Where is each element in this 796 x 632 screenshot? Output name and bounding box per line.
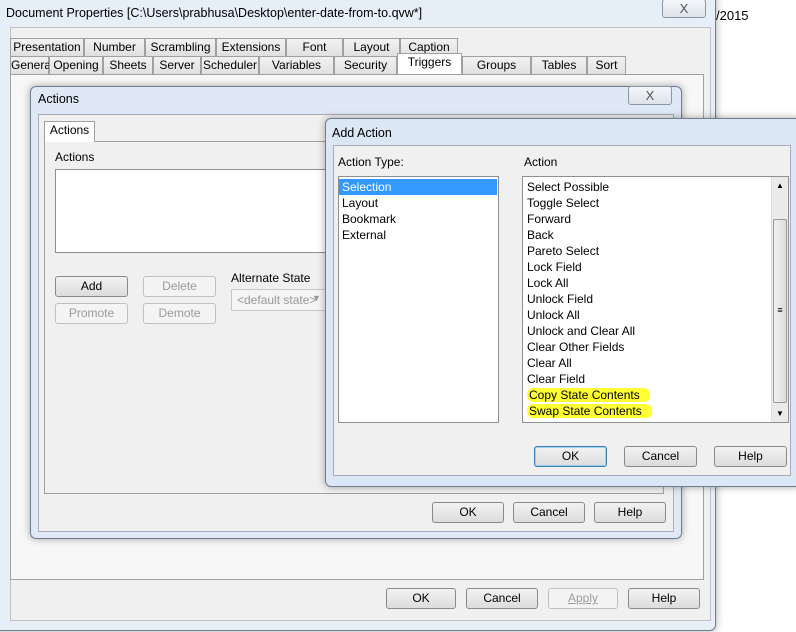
action-item[interactable]: Clear Field — [524, 371, 788, 387]
tab-variables[interactable]: Variables — [259, 56, 334, 74]
tab-security[interactable]: Security — [334, 56, 397, 74]
action-item-label: Clear Other Fields — [527, 340, 625, 354]
action-item[interactable]: Back — [524, 227, 788, 243]
actions-title: Actions — [38, 92, 79, 106]
actions-list-label: Actions — [55, 150, 95, 164]
scroll-down-icon[interactable]: ▼ — [772, 405, 788, 422]
action-item-label: Clear Field — [527, 372, 586, 386]
tab-presentation[interactable]: Presentation — [10, 38, 84, 56]
promote-button[interactable]: Promote — [55, 303, 128, 324]
window-title: Document Properties [C:\Users\prabhusa\D… — [6, 6, 423, 20]
action-type-item[interactable]: Selection — [339, 179, 497, 195]
action-item[interactable]: Copy State Contents — [524, 387, 788, 403]
action-item[interactable]: Lock Field — [524, 259, 788, 275]
action-item[interactable]: Clear Other Fields — [524, 339, 788, 355]
demote-button[interactable]: Demote — [143, 303, 216, 324]
tab-sort[interactable]: Sort — [587, 56, 626, 74]
action-type-item[interactable]: Bookmark — [339, 211, 497, 227]
action-item-label: Lock Field — [527, 260, 582, 274]
add-button[interactable]: Add — [55, 276, 128, 297]
background-text: /2015 — [716, 8, 749, 23]
scrollbar-thumb[interactable]: ≡ — [773, 219, 787, 403]
action-item-label: Toggle Select — [527, 196, 600, 210]
actions-close-button[interactable]: X — [628, 86, 672, 105]
tab-number[interactable]: Number — [84, 38, 145, 56]
chevron-down-icon: ▼ — [312, 293, 321, 303]
action-item-label: Pareto Select — [527, 244, 600, 258]
add-action-ok-button[interactable]: OK — [534, 446, 607, 467]
action-item[interactable]: Unlock All — [524, 307, 788, 323]
tab-font[interactable]: Font — [286, 38, 343, 56]
actions-ok-button[interactable]: OK — [432, 502, 504, 523]
action-item-label: Lock All — [527, 276, 569, 290]
help-button[interactable]: Help — [628, 588, 700, 609]
add-action-help-button[interactable]: Help — [714, 446, 787, 467]
tab-general[interactable]: General — [10, 56, 54, 74]
action-item-label: Forward — [527, 212, 572, 226]
tab-extensions[interactable]: Extensions — [216, 38, 286, 56]
action-item-label: Select Possible — [527, 180, 610, 194]
alternate-state-value: <default state> — [237, 293, 317, 307]
add-action-title: Add Action — [332, 126, 392, 140]
add-action-cancel-button[interactable]: Cancel — [624, 446, 697, 467]
alternate-state-label: Alternate State — [231, 271, 311, 285]
actions-list[interactable] — [55, 169, 345, 253]
actions-cancel-button[interactable]: Cancel — [513, 502, 585, 523]
apply-button[interactable]: Apply — [548, 588, 618, 609]
tab-server[interactable]: Server — [153, 56, 201, 74]
action-item[interactable]: Lock All — [524, 275, 788, 291]
tab-opening[interactable]: Opening — [49, 56, 103, 74]
action-item-label: Unlock All — [527, 308, 580, 322]
action-item[interactable]: Select Possible — [524, 179, 788, 195]
ok-button[interactable]: OK — [386, 588, 456, 609]
tab-triggers[interactable]: Triggers — [397, 53, 462, 74]
action-item-label: Copy State Contents — [527, 388, 650, 402]
delete-button[interactable]: Delete — [143, 276, 216, 297]
action-type-item[interactable]: External — [339, 227, 497, 243]
tab-actions[interactable]: Actions — [44, 121, 95, 142]
action-item-label: Unlock Field — [527, 292, 594, 306]
tab-tables[interactable]: Tables — [531, 56, 587, 74]
action-list-scrollbar[interactable]: ▲ ≡ ▼ — [771, 177, 788, 422]
action-item[interactable]: Pareto Select — [524, 243, 788, 259]
tab-groups[interactable]: Groups — [462, 56, 531, 74]
close-button[interactable]: X — [662, 0, 706, 18]
tab-scrambling[interactable]: Scrambling — [145, 38, 216, 56]
action-type-label: Action Type: — [338, 155, 404, 169]
action-item-label: Swap State Contents — [527, 404, 652, 418]
action-item[interactable]: Unlock Field — [524, 291, 788, 307]
action-list[interactable]: Select Possible Toggle Select Forward Back P… — [522, 176, 789, 423]
action-type-item[interactable]: Layout — [339, 195, 497, 211]
tab-sheets[interactable]: Sheets — [103, 56, 153, 74]
action-item[interactable]: Unlock and Clear All — [524, 323, 788, 339]
action-item[interactable]: Swap State Contents — [524, 403, 788, 419]
action-item[interactable]: Toggle Select — [524, 195, 788, 211]
action-item-label: Clear All — [527, 356, 572, 370]
action-item-label: Unlock and Clear All — [527, 324, 636, 338]
scroll-up-icon[interactable]: ▲ — [772, 177, 788, 194]
action-label: Action — [524, 155, 558, 169]
actions-help-button[interactable]: Help — [594, 502, 666, 523]
tab-scheduler[interactable]: Scheduler — [201, 56, 259, 74]
action-type-list[interactable]: Selection Layout Bookmark External — [338, 176, 499, 423]
tab-layout[interactable]: Layout — [343, 38, 400, 56]
action-item[interactable]: Clear All — [524, 355, 788, 371]
action-item[interactable]: Forward — [524, 211, 788, 227]
action-item-label: Back — [527, 228, 554, 242]
cancel-button[interactable]: Cancel — [466, 588, 538, 609]
